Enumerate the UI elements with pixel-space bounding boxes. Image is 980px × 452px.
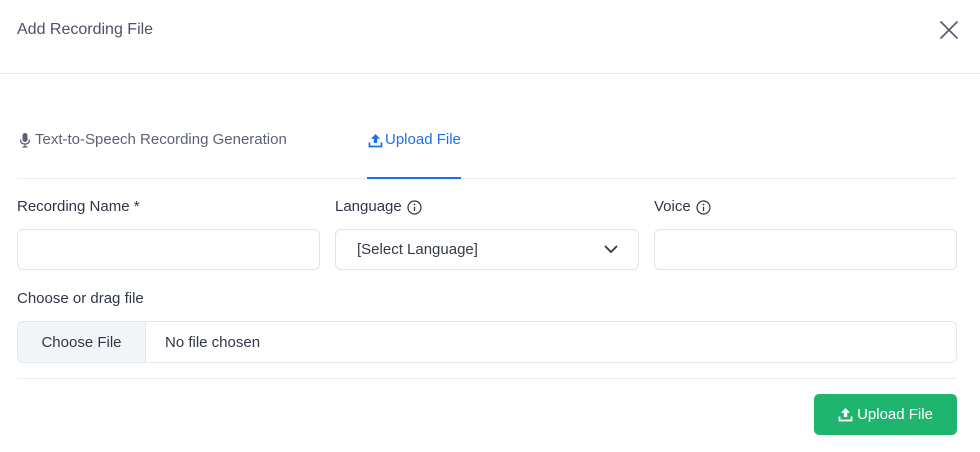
microphone-icon (17, 128, 33, 152)
file-input[interactable]: Choose File No file chosen (17, 321, 957, 363)
close-icon[interactable] (937, 18, 961, 42)
info-icon[interactable] (696, 199, 711, 215)
language-select[interactable]: [Select Language] (335, 229, 639, 270)
recording-name-input[interactable] (17, 229, 320, 270)
upload-icon (838, 407, 853, 422)
upload-file-button-label: Upload File (857, 406, 933, 423)
tab-upload-file[interactable]: Upload File (367, 128, 461, 179)
language-label: Language (335, 198, 402, 215)
upload-icon (367, 128, 383, 152)
chevron-down-icon (604, 241, 618, 258)
tab-bar: Text-to-Speech Recording Generation Uplo… (17, 128, 957, 179)
language-label-group: Language (335, 197, 422, 217)
dialog-title: Add Recording File (17, 21, 154, 38)
voice-label: Voice (654, 198, 691, 215)
tab-label: Text-to-Speech Recording Generation (35, 131, 287, 148)
voice-label-group: Voice (654, 197, 711, 217)
upload-file-button[interactable]: Upload File (814, 394, 957, 435)
file-label: Choose or drag file (17, 290, 144, 307)
divider (17, 378, 957, 379)
voice-input[interactable] (654, 229, 957, 270)
info-icon[interactable] (407, 199, 422, 215)
file-status: No file chosen (165, 333, 261, 351)
tab-text-to-speech[interactable]: Text-to-Speech Recording Generation (17, 128, 287, 179)
choose-file-button[interactable]: Choose File (18, 322, 146, 362)
recording-name-label: Recording Name * (17, 198, 140, 215)
language-selected-value: [Select Language] (357, 241, 478, 258)
dialog-header: Add Recording File (0, 0, 980, 74)
tab-label: Upload File (385, 131, 461, 148)
